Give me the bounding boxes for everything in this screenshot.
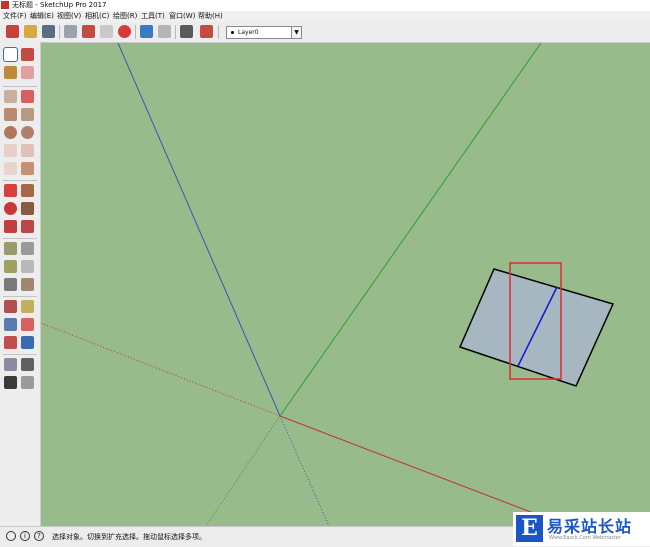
polygon-icon[interactable] <box>21 126 34 139</box>
help-icon[interactable]: ? <box>34 531 44 541</box>
rotate-icon[interactable] <box>4 202 17 215</box>
menu-help[interactable]: 帮助(H) <box>198 11 223 22</box>
eraser-icon[interactable] <box>21 66 34 79</box>
make-component-icon[interactable] <box>21 48 34 61</box>
rotated-rectangle-icon[interactable] <box>21 108 34 121</box>
geo-location-icon[interactable] <box>6 531 16 541</box>
menu-camera[interactable]: 相机(C) <box>85 11 109 22</box>
toolbar-separator <box>59 25 60 39</box>
watermark-logo-icon: E <box>516 515 543 542</box>
offset-icon[interactable] <box>21 220 34 233</box>
tape-measure-icon[interactable] <box>4 242 17 255</box>
dimension-icon[interactable] <box>21 242 34 255</box>
pan-hand-icon[interactable] <box>21 300 34 313</box>
tool-separator <box>3 238 37 239</box>
sketchup-app-icon <box>1 1 9 9</box>
position-camera-icon[interactable] <box>4 358 17 371</box>
blue-axis-negative <box>279 415 330 526</box>
toolbar-separator <box>135 25 136 39</box>
arc-icon[interactable] <box>4 144 17 157</box>
site-watermark: E 易采站长站 Www.Easck.Com Webmaster <box>513 512 650 546</box>
erase-icon[interactable] <box>118 25 131 38</box>
redo-icon[interactable] <box>158 25 171 38</box>
tool-separator <box>3 180 37 181</box>
paste-icon[interactable] <box>100 25 113 38</box>
push-pull-icon[interactable] <box>21 184 34 197</box>
watermark-url: Www.Easck.Com Webmaster <box>549 535 621 541</box>
new-file-icon[interactable] <box>6 25 19 38</box>
title-bar: 无标题 - SketchUp Pro 2017 <box>0 0 650 11</box>
tool-separator <box>3 354 37 355</box>
model-info-icon[interactable] <box>200 25 213 38</box>
open-folder-icon[interactable] <box>24 25 37 38</box>
walk-icon[interactable] <box>4 376 17 389</box>
window-title: 无标题 - SketchUp Pro 2017 <box>12 1 107 9</box>
look-around-icon[interactable] <box>21 358 34 371</box>
three-point-arc-icon[interactable] <box>4 162 17 175</box>
text-icon[interactable] <box>21 260 34 273</box>
undo-icon[interactable] <box>140 25 153 38</box>
3d-text-icon[interactable] <box>21 278 34 291</box>
menu-tools[interactable]: 工具(T) <box>141 11 165 22</box>
freehand-icon[interactable] <box>21 90 34 103</box>
copy-icon[interactable] <box>82 25 95 38</box>
tool-separator <box>3 86 37 87</box>
save-icon[interactable] <box>42 25 55 38</box>
chevron-down-icon[interactable]: ▼ <box>291 27 301 38</box>
viewport-canvas[interactable] <box>41 43 650 526</box>
cut-icon[interactable] <box>64 25 77 38</box>
red-axis-positive <box>279 415 537 515</box>
red-axis-negative <box>41 322 281 417</box>
toolbar-separator <box>175 25 176 39</box>
menu-file[interactable]: 文件(F) <box>3 11 27 22</box>
pie-icon[interactable] <box>21 162 34 175</box>
line-pencil-icon[interactable] <box>4 90 17 103</box>
move-icon[interactable] <box>4 184 17 197</box>
two-point-arc-icon[interactable] <box>21 144 34 157</box>
menu-window[interactable]: 窗口(W) <box>169 11 195 22</box>
paint-bucket-icon[interactable] <box>4 66 17 79</box>
print-icon[interactable] <box>180 25 193 38</box>
orbit-icon[interactable] <box>4 300 17 313</box>
blue-axis-positive <box>117 43 281 417</box>
axes-icon[interactable] <box>4 278 17 291</box>
zoom-icon[interactable] <box>4 318 17 331</box>
menu-draw[interactable]: 绘图(R) <box>113 11 137 22</box>
toolbar-separator <box>218 25 219 39</box>
menu-edit[interactable]: 编辑(E) <box>30 11 54 22</box>
follow-me-icon[interactable] <box>21 202 34 215</box>
menu-bar: 文件(F) 编辑(E) 视图(V) 相机(C) 绘图(R) 工具(T) 窗口(W… <box>0 11 650 22</box>
status-message: 选择对象。切换到扩充选择。拖动鼠标选择多项。 <box>52 533 206 541</box>
circle-icon[interactable] <box>4 126 17 139</box>
select-arrow-icon[interactable] <box>3 47 18 62</box>
zoom-extents-icon[interactable] <box>4 336 17 349</box>
section-plane-icon[interactable] <box>21 376 34 389</box>
layer-select[interactable]: Layer0 ▼ <box>226 26 302 39</box>
tool-separator <box>3 296 37 297</box>
layer-select-value: Layer0 <box>238 29 259 36</box>
current-layer-dot-icon <box>231 31 234 34</box>
credits-info-icon[interactable]: i <box>20 531 30 541</box>
rectangle-icon[interactable] <box>4 108 17 121</box>
protractor-icon[interactable] <box>4 260 17 273</box>
scale-icon[interactable] <box>4 220 17 233</box>
previous-view-icon[interactable] <box>21 336 34 349</box>
large-tool-set <box>0 42 41 526</box>
model-viewport[interactable] <box>41 43 650 526</box>
menu-view[interactable]: 视图(V) <box>57 11 81 22</box>
watermark-text: 易采站长站 <box>547 517 633 536</box>
zoom-window-icon[interactable] <box>21 318 34 331</box>
green-axis-negative <box>205 415 281 526</box>
main-toolbar: Layer0 ▼ <box>0 22 650 43</box>
